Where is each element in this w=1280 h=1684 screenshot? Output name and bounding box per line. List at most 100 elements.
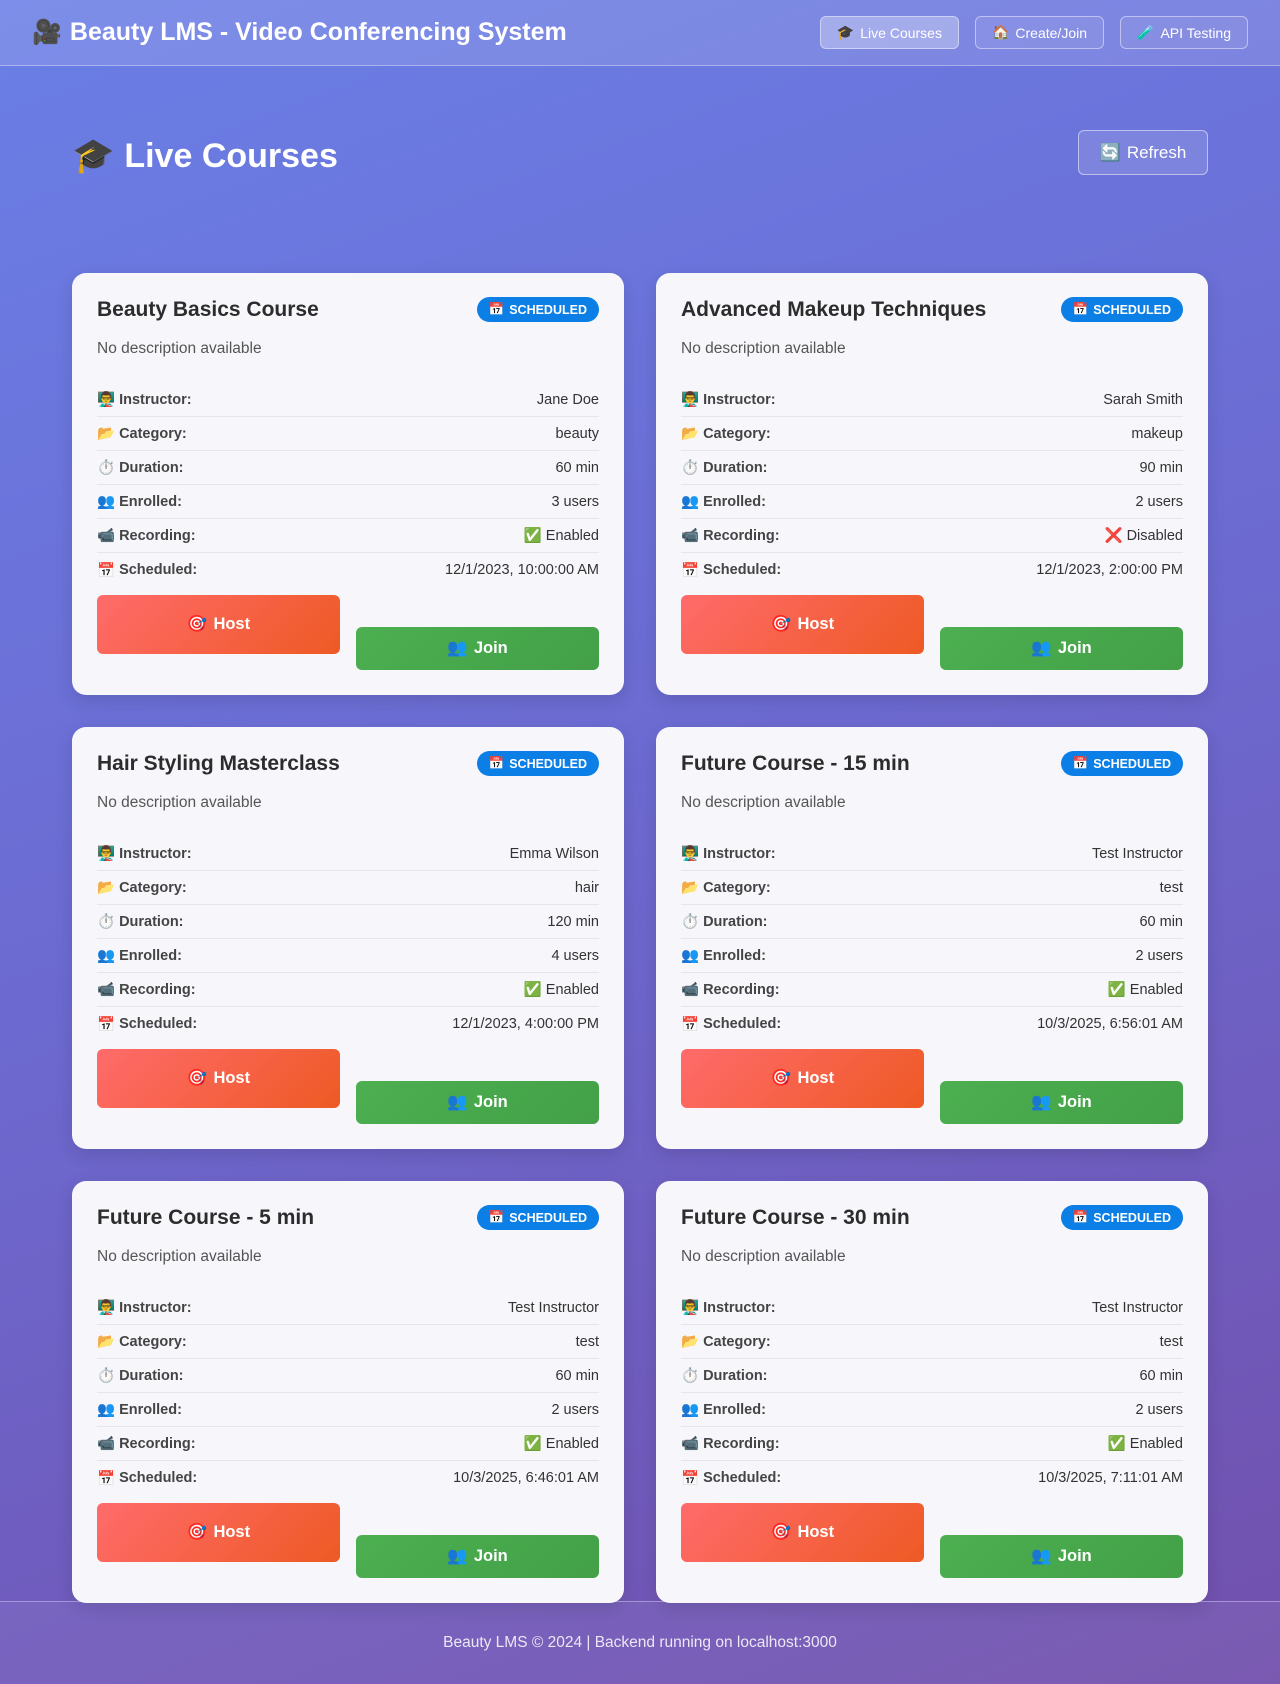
card-header: Hair Styling Masterclass 📅 SCHEDULED [97,751,599,776]
label-text: Category: [119,879,187,896]
detail-row-enrolled: 👥 Enrolled: 2 users [681,939,1183,973]
label-text: Category: [119,1333,187,1350]
course-grid: Beauty Basics Course 📅 SCHEDULED No desc… [72,273,1208,1603]
join-label: Join [473,639,508,657]
detail-row-enrolled: 👥 Enrolled: 2 users [681,485,1183,519]
instructor-value: Test Instructor [1091,1299,1183,1316]
label-text: Scheduled: [119,1016,198,1032]
users-icon: 👥 [97,948,116,964]
scheduled-value: 12/1/2023, 4:00:00 PM [452,1016,599,1032]
host-button[interactable]: 🎯 Host [681,1049,924,1108]
calendar-icon: 📅 [488,1210,505,1224]
detail-row-category: 📂 Category: test [681,871,1183,905]
video-camera-icon: 📹 [97,982,116,998]
label-text: Instructor: [703,845,776,862]
video-camera-icon: 📹 [681,1436,700,1452]
label-text: Duration: [119,459,184,476]
status-badge: 📅 SCHEDULED [476,297,599,322]
teacher-icon: 👨‍🏫 [97,846,116,862]
detail-label: 👥 Enrolled: [97,947,182,965]
label-text: Scheduled: [119,1470,198,1486]
users-icon: 👥 [681,1402,700,1418]
join-button[interactable]: 👥 Join [940,1081,1183,1124]
detail-label: 📹 Recording: [97,1435,196,1453]
course-description: No description available [681,340,846,357]
detail-row-duration: ⏱️ Duration: 90 min [681,451,1183,485]
nav-live-courses[interactable]: 🎓 Live Courses [819,16,959,49]
host-label: Host [797,615,835,633]
join-button[interactable]: 👥 Join [356,627,599,670]
calendar-icon: 📅 [97,562,116,579]
detail-row-enrolled: 👥 Enrolled: 4 users [97,939,599,973]
instructor-value: Emma Wilson [509,845,599,862]
label-text: Category: [703,425,771,442]
detail-row-category: 📂 Category: makeup [681,417,1183,451]
calendar-icon: 📅 [488,756,505,770]
course-details: 👨‍🏫 Instructor: Emma Wilson 📂 Category: ha… [97,837,599,1041]
detail-row-enrolled: 👥 Enrolled: 2 users [97,1393,599,1427]
label-text: Category: [703,879,771,896]
detail-row-duration: ⏱️ Duration: 60 min [97,451,599,485]
label-text: Scheduled: [119,562,198,578]
label-text: Category: [119,425,187,442]
detail-row-scheduled: 📅 Scheduled: 10/3/2025, 6:56:01 AM [681,1007,1183,1041]
detail-label: ⏱️ Duration: [97,459,184,477]
nav-create-join[interactable]: 🏠 Create/Join [974,16,1104,49]
label-text: Enrolled: [703,1401,766,1418]
target-icon: 🎯 [186,1069,208,1087]
host-label: Host [213,1523,251,1541]
detail-label: 📹 Recording: [681,527,780,545]
video-camera-icon: 📹 [97,528,116,544]
card-header: Beauty Basics Course 📅 SCHEDULED [97,297,599,322]
card-header: Future Course - 30 min 📅 SCHEDULED [681,1205,1183,1230]
detail-label: 📅 Scheduled: [97,1470,197,1487]
host-button[interactable]: 🎯 Host [681,595,924,654]
host-button[interactable]: 🎯 Host [97,1049,340,1108]
category-value: test [1159,879,1183,896]
label-text: Recording: [703,1435,780,1452]
folder-icon: 📂 [97,1334,116,1350]
join-button[interactable]: 👥 Join [940,1535,1183,1578]
instructor-value: Test Instructor [1091,845,1183,862]
join-button[interactable]: 👥 Join [940,627,1183,670]
target-icon: 🎯 [770,1069,792,1087]
course-title: Future Course - 30 min [681,1205,910,1229]
host-button[interactable]: 🎯 Host [681,1503,924,1562]
join-button[interactable]: 👥 Join [356,1535,599,1578]
detail-row-category: 📂 Category: beauty [97,417,599,451]
stopwatch-icon: ⏱️ [97,914,116,930]
detail-row-recording: 📹 Recording: ❌ Disabled [681,519,1183,553]
detail-row-duration: ⏱️ Duration: 120 min [97,905,599,939]
users-icon: 👥 [1031,1093,1052,1111]
detail-label: ⏱️ Duration: [681,459,768,477]
users-icon: 👥 [97,1402,116,1418]
detail-label: 📂 Category: [97,879,187,897]
label-text: Enrolled: [119,947,182,964]
stopwatch-icon: ⏱️ [681,914,700,930]
status-label: SCHEDULED [1093,756,1171,771]
folder-icon: 📂 [97,880,116,896]
nav-api-testing[interactable]: 🧪 API Testing [1120,16,1248,49]
refresh-button[interactable]: 🔄 Refresh [1078,130,1208,175]
status-label: SCHEDULED [509,302,587,317]
course-title: Hair Styling Masterclass [97,751,340,775]
folder-icon: 📂 [97,426,116,442]
label-text: Instructor: [119,845,192,862]
calendar-icon: 📅 [97,1470,116,1487]
detail-label: 👨‍🏫 Instructor: [681,1299,776,1317]
host-button[interactable]: 🎯 Host [97,595,340,654]
status-badge: 📅 SCHEDULED [1060,1205,1183,1230]
detail-row-duration: ⏱️ Duration: 60 min [97,1359,599,1393]
recording-value: ✅ Enabled [523,982,599,998]
card-header: Future Course - 15 min 📅 SCHEDULED [681,751,1183,776]
teacher-icon: 👨‍🏫 [97,1300,116,1316]
join-button[interactable]: 👥 Join [356,1081,599,1124]
host-button[interactable]: 🎯 Host [97,1503,340,1562]
card-actions: 🎯 Host 👥 Join [681,1049,1183,1124]
category-value: test [1159,1333,1183,1350]
video-camera-icon: 📹 [97,1436,116,1452]
calendar-icon: 📅 [681,1016,700,1033]
detail-label: 📅 Scheduled: [681,562,781,579]
detail-row-category: 📂 Category: hair [97,871,599,905]
calendar-icon: 📅 [681,562,700,579]
